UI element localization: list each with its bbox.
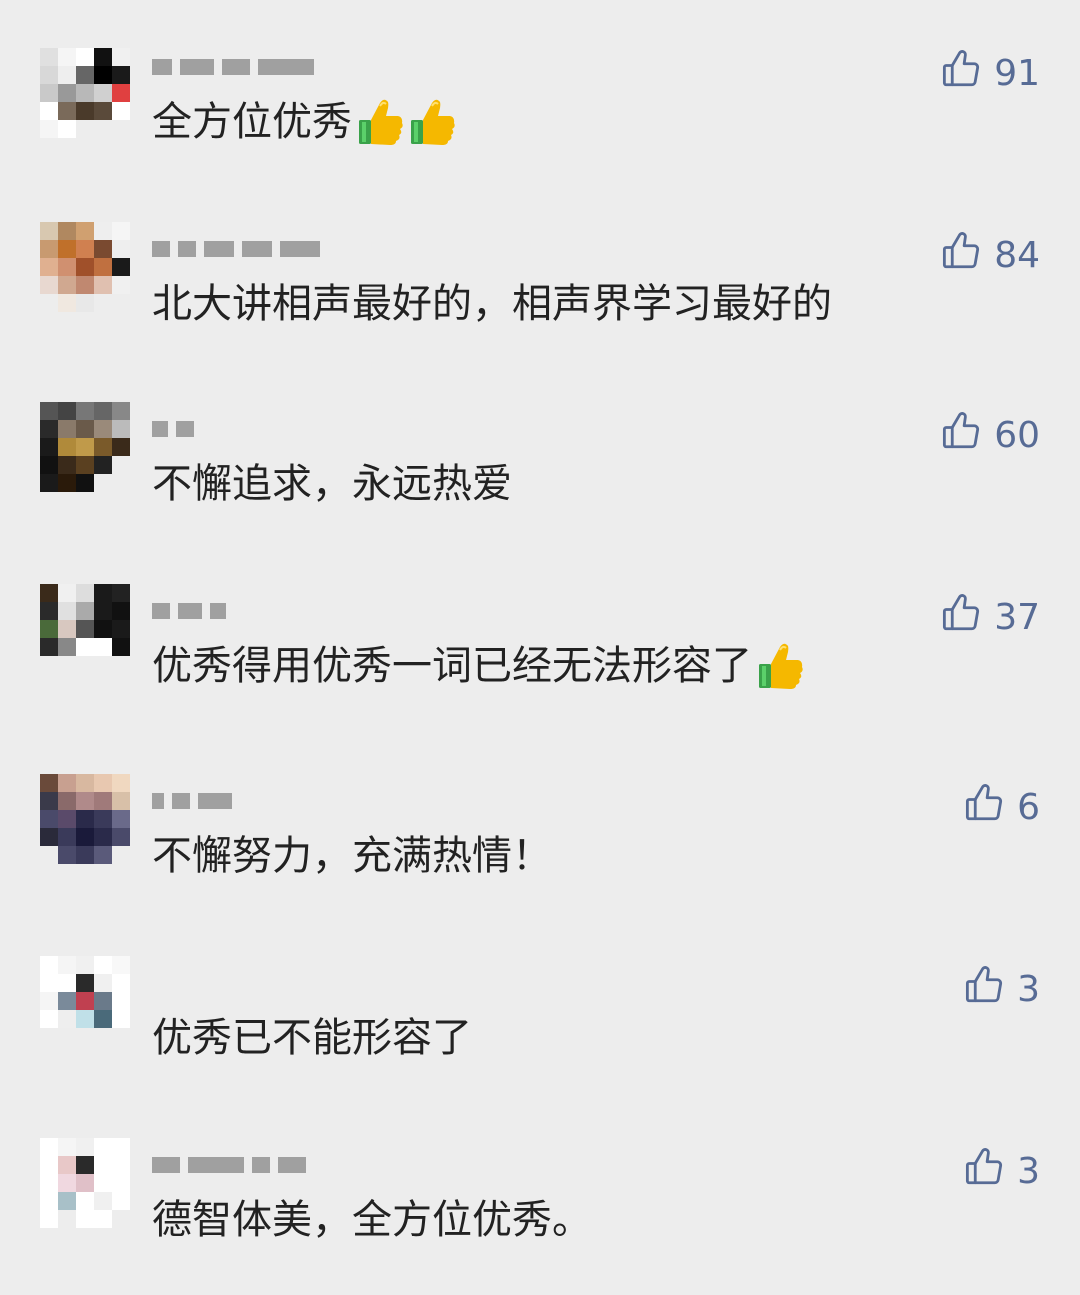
avatar[interactable] xyxy=(40,1138,130,1228)
avatar[interactable] xyxy=(40,402,130,492)
thumbs-up-outline-icon xyxy=(940,592,982,643)
comment-text-content: 北大讲相声最好的，相声界学习最好的 xyxy=(152,281,832,327)
comment-text: 德智体美，全方位优秀。 xyxy=(152,1194,592,1246)
comment-text: 不懈追求，永远热爱 xyxy=(152,458,512,510)
comment-text-content: 不懈追求，永远热爱 xyxy=(152,461,512,507)
comment-text: 北大讲相声最好的，相声界学习最好的 xyxy=(152,278,832,330)
avatar[interactable] xyxy=(40,774,130,864)
avatar[interactable] xyxy=(40,584,130,674)
like-button[interactable]: 3 xyxy=(963,964,1040,1015)
thumbs-up-outline-icon xyxy=(963,782,1005,833)
thumbs-up-emoji-icon xyxy=(358,98,404,146)
comment-text-content: 优秀得用优秀一词已经无法形容了 xyxy=(152,643,752,689)
like-count: 91 xyxy=(994,53,1040,94)
like-button[interactable]: 84 xyxy=(940,230,1040,281)
comment-text: 不懈努力，充满热情！ xyxy=(152,830,552,882)
thumbs-up-outline-icon xyxy=(940,230,982,281)
like-button[interactable]: 6 xyxy=(963,782,1040,833)
comment-text-content: 不懈努力，充满热情！ xyxy=(152,833,552,879)
like-button[interactable]: 60 xyxy=(940,410,1040,461)
nickname-redacted[interactable] xyxy=(152,416,194,442)
like-count: 84 xyxy=(994,235,1040,276)
thumbs-up-outline-icon xyxy=(963,964,1005,1015)
like-button[interactable]: 37 xyxy=(940,592,1040,643)
nickname-redacted[interactable] xyxy=(152,236,320,262)
thumbs-up-outline-icon xyxy=(963,1146,1005,1197)
avatar[interactable] xyxy=(40,956,130,1046)
nickname-redacted[interactable] xyxy=(152,788,232,814)
avatar[interactable] xyxy=(40,48,130,138)
thumbs-up-emoji-icon xyxy=(410,98,456,146)
like-count: 6 xyxy=(1017,787,1040,828)
thumbs-up-outline-icon xyxy=(940,48,982,99)
like-count: 37 xyxy=(994,597,1040,638)
comment-text: 全方位优秀 xyxy=(152,96,456,148)
like-count: 3 xyxy=(1017,969,1040,1010)
comment-text: 优秀得用优秀一词已经无法形容了 xyxy=(152,640,804,692)
like-count: 60 xyxy=(994,415,1040,456)
comment-text-content: 德智体美，全方位优秀。 xyxy=(152,1197,592,1243)
like-count: 3 xyxy=(1017,1151,1040,1192)
comment-text-content: 全方位优秀 xyxy=(152,99,352,145)
like-button[interactable]: 3 xyxy=(963,1146,1040,1197)
nickname-redacted[interactable] xyxy=(152,54,314,80)
thumbs-up-emoji-icon xyxy=(758,642,804,690)
avatar[interactable] xyxy=(40,222,130,312)
nickname-redacted[interactable] xyxy=(152,1152,306,1178)
comment-text-content: 优秀已不能形容了 xyxy=(152,1015,472,1061)
like-button[interactable]: 91 xyxy=(940,48,1040,99)
comment-text: 优秀已不能形容了 xyxy=(152,1012,472,1064)
thumbs-up-outline-icon xyxy=(940,410,982,461)
nickname-redacted[interactable] xyxy=(152,598,226,624)
